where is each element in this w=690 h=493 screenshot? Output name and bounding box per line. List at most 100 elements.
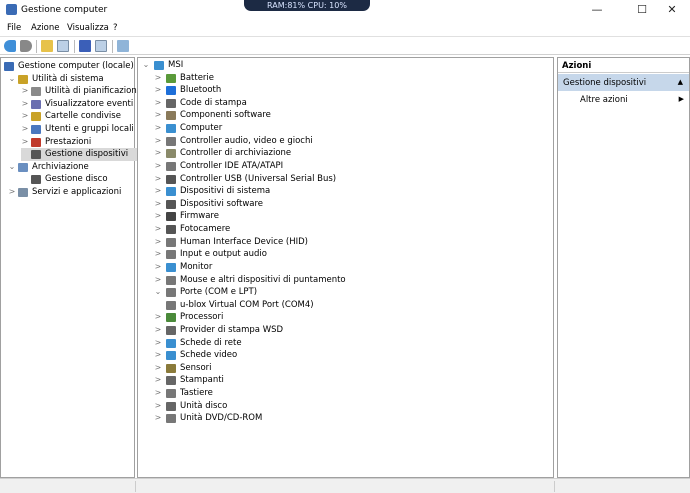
node-icon <box>31 175 41 185</box>
maximize-button[interactable]: ☐ <box>627 2 657 18</box>
chevron-right-icon[interactable]: > <box>154 236 162 249</box>
device-icon <box>166 237 176 247</box>
tree-item-label: Utilità di pianificazione <box>45 86 142 97</box>
device-label: Schede video <box>180 350 238 361</box>
device-icon <box>166 136 176 146</box>
chevron-down-icon[interactable]: ⌄ <box>8 161 16 174</box>
tree-item-label: Utilità di sistema <box>32 73 104 84</box>
chevron-right-icon[interactable]: > <box>154 324 162 337</box>
chevron-right-icon[interactable]: > <box>154 147 162 160</box>
forward-icon[interactable] <box>20 40 32 52</box>
chevron-right-icon[interactable]: > <box>154 387 162 400</box>
actions-section-device-manager[interactable]: Gestione dispositivi ▲ <box>558 74 689 91</box>
menu-help[interactable]: ? <box>113 23 118 33</box>
device-icon <box>166 262 176 272</box>
menu-azione[interactable]: Azione <box>31 23 59 33</box>
chevron-right-icon[interactable]: > <box>154 198 162 211</box>
chevron-right-icon[interactable]: > <box>154 122 162 135</box>
properties-icon[interactable] <box>95 40 107 52</box>
device-label: Fotocamere <box>180 224 231 235</box>
chevron-down-icon[interactable]: ⌄ <box>154 286 162 299</box>
actions-section-label: Gestione dispositivi <box>563 78 647 88</box>
device-label: Controller USB (Universal Serial Bus) <box>180 173 337 184</box>
more-actions-item[interactable]: Altre azioni <box>580 95 628 105</box>
chevron-right-icon[interactable]: > <box>154 185 162 198</box>
chevron-right-icon[interactable]: > <box>154 160 162 173</box>
chevron-right-icon[interactable]: > <box>154 349 162 362</box>
device-label: Controller di archiviazione <box>180 148 292 159</box>
close-button[interactable]: ✕ <box>657 2 687 18</box>
chevron-right-icon[interactable]: > <box>154 109 162 122</box>
up-folder-icon[interactable] <box>41 40 53 52</box>
chevron-right-icon[interactable]: > <box>154 248 162 261</box>
chevron-right-icon[interactable]: > <box>21 136 29 149</box>
chevron-right-icon[interactable]: > <box>154 400 162 413</box>
device-label: Dispositivi software <box>180 198 264 209</box>
device-icon <box>166 351 176 361</box>
device-label: Controller IDE ATA/ATAPI <box>180 160 284 171</box>
console-tree-pane: Gestione computer (locale) ⌄ Utilità di si… <box>0 57 145 478</box>
tree-item[interactable]: Gestione dispositivi <box>21 148 145 161</box>
chevron-right-icon[interactable]: > <box>154 84 162 97</box>
device-icon <box>166 389 176 399</box>
device-label: Computer <box>180 123 223 134</box>
device-label: Porte (COM e LPT) <box>180 287 258 298</box>
collapse-icon[interactable]: ▲ <box>678 78 683 86</box>
device-icon <box>166 275 176 285</box>
more-actions-label: Altre azioni <box>580 95 628 105</box>
chevron-right-icon[interactable]: > <box>154 72 162 85</box>
chevron-right-icon[interactable]: > <box>154 337 162 350</box>
chevron-right-icon[interactable]: > <box>154 97 162 110</box>
tree-item-label: Gestione dispositivi <box>45 149 129 160</box>
chevron-down-icon[interactable]: ⌄ <box>142 59 150 72</box>
monitor-icon[interactable] <box>117 40 129 52</box>
show-hide-console-icon[interactable] <box>57 40 69 52</box>
chevron-right-icon[interactable]: > <box>21 85 29 98</box>
node-icon <box>18 188 28 197</box>
chevron-right-icon[interactable]: > <box>21 123 29 136</box>
device-icon <box>166 161 176 171</box>
device-icon <box>166 326 176 335</box>
chevron-right-icon[interactable]: > <box>154 412 162 425</box>
menu-visualizza[interactable]: Visualizza <box>67 23 109 33</box>
window-title: Gestione computer <box>21 5 108 15</box>
device-label: Mouse e altri dispositivi di puntamento <box>180 274 346 285</box>
node-icon <box>18 74 28 84</box>
device-icon <box>166 401 176 411</box>
menu-bar: File Azione Visualizza ? <box>0 20 690 35</box>
tree-item-label: Servizi e applicazioni <box>32 187 122 197</box>
chevron-right-icon[interactable]: > <box>154 210 162 223</box>
chevron-right-icon[interactable]: > <box>154 261 162 274</box>
chevron-right-icon[interactable]: > <box>154 362 162 375</box>
device-label: Human Interface Device (HID) <box>180 236 308 247</box>
node-icon <box>18 162 28 172</box>
device-tree-pane: ⌄ MSI > Batterie > Bluetooth > Code di stampa > C… <box>137 57 554 478</box>
tree-item-label: Cartelle condivise <box>45 111 121 122</box>
device-icon <box>166 111 176 121</box>
device-label: Controller audio, video e giochi <box>180 135 313 146</box>
device-label: Schede di rete <box>180 337 242 348</box>
chevron-right-icon[interactable]: > <box>154 374 162 387</box>
node-icon <box>31 99 41 109</box>
tree-item-label: Utenti e gruppi locali <box>45 124 134 134</box>
minimize-button[interactable]: — <box>582 2 612 18</box>
chevron-right-icon[interactable]: > <box>154 274 162 287</box>
chevron-right-icon[interactable]: > <box>8 186 16 199</box>
chevron-right-icon[interactable]: > <box>154 223 162 236</box>
help-icon[interactable] <box>79 40 91 52</box>
chevron-right-icon[interactable]: > <box>154 173 162 186</box>
computer-management-icon <box>6 4 17 15</box>
chevron-right-icon[interactable]: > <box>21 98 29 111</box>
node-icon <box>31 87 41 97</box>
chevron-down-icon[interactable]: ⌄ <box>8 73 16 86</box>
chevron-right-icon[interactable]: > <box>154 135 162 148</box>
chevron-right-icon[interactable]: > <box>21 110 29 123</box>
device-icon <box>166 199 176 209</box>
back-icon[interactable] <box>4 40 16 52</box>
device-icon <box>166 212 176 222</box>
device-label: Componenti software <box>180 110 271 121</box>
tree-item-label: Gestione computer (locale) <box>18 61 134 71</box>
menu-file[interactable]: File <box>7 23 21 33</box>
device-label: Input e output audio <box>180 249 267 260</box>
chevron-right-icon[interactable]: > <box>154 311 162 324</box>
